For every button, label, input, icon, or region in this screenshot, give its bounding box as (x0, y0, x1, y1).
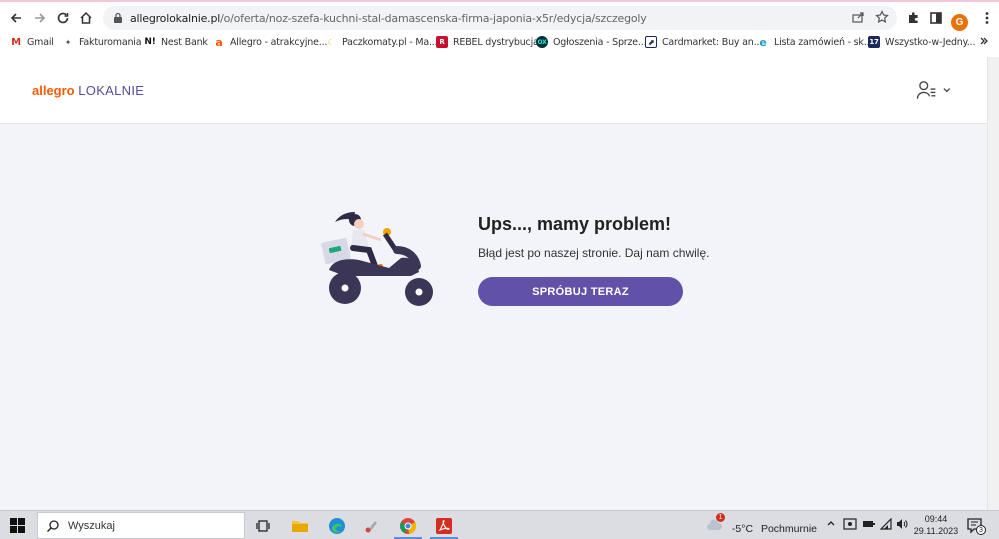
retry-button[interactable]: SPRÓBUJ TERAZ (478, 277, 683, 306)
user-menu-button[interactable] (916, 79, 952, 101)
pdf-reader-icon (436, 518, 452, 534)
bookmark-fakturomania[interactable]: ✦ Fakturomania (62, 36, 142, 48)
tray-app-icon (843, 518, 857, 530)
share-icon[interactable] (851, 10, 865, 27)
bookmark-wszystko-w-jednym[interactable]: 17 Wszystko-w-Jedny... (868, 36, 975, 48)
fakturomania-icon: ✦ (64, 37, 72, 47)
wszystko-icon: 17 (868, 36, 880, 48)
weather-temperature: -5°C (731, 523, 754, 535)
edge-browser-button[interactable] (326, 515, 348, 537)
bookmark-nest-bank[interactable]: N! Nest Bank (144, 36, 208, 48)
action-center-button[interactable]: 3 (966, 517, 986, 535)
url-text[interactable]: allegrolokalnie.pl/o/oferta/noz-szefa-ku… (130, 12, 647, 25)
chevron-double-right-icon (980, 37, 988, 45)
bookmark-lista-zamowien[interactable]: e Lista zamówień - sk... (757, 35, 872, 49)
meet-now-tray-button[interactable] (843, 518, 857, 533)
lista-zamowien-icon: e (759, 35, 767, 49)
paint-brush-icon (365, 521, 377, 533)
weather-cloud-icon: 1 (706, 513, 725, 535)
arrow-left-icon (10, 13, 21, 23)
allegro-icon: a (215, 35, 223, 49)
battery-icon (863, 521, 875, 527)
gmail-icon: M (11, 36, 21, 48)
windows-start-button[interactable] (10, 518, 25, 533)
error-title: Ups..., mamy problem! (478, 214, 672, 234)
lock-icon (112, 11, 124, 25)
user-list-icon (916, 81, 936, 99)
bookmark-allegro[interactable]: a Allegro - atrakcyjne... (213, 35, 327, 49)
bookmark-paczkomaty[interactable]: ☾ Paczkomaty.pl - Ma... (325, 36, 438, 48)
error-message: Błąd jest po naszej stronie. Daj nam chw… (478, 246, 710, 260)
network-tray-button[interactable] (879, 517, 892, 533)
speaker-icon (897, 519, 908, 529)
tab-strip-accent (0, 0, 999, 2)
edge-icon (329, 518, 345, 534)
bookmark-ogloszenia[interactable]: OX Ogłoszenia - Sprze... (536, 36, 647, 48)
clock-date: 29.11.2023 (913, 526, 959, 536)
forward-button[interactable] (28, 6, 52, 30)
reload-button[interactable] (51, 6, 75, 30)
weather-widget[interactable]: 1 -5°C Pochmurnie (706, 513, 817, 535)
bookmark-rebel[interactable]: R REBEL dystrybucja (436, 36, 539, 48)
bookmark-gmail[interactable]: M Gmail (10, 36, 54, 48)
task-view-icon (256, 520, 270, 532)
site-header: allegro LOKALNIE (0, 57, 987, 124)
acrobat-reader-button[interactable] (433, 515, 455, 537)
profile-avatar[interactable]: G (951, 14, 968, 31)
show-hidden-icons-button[interactable] (826, 518, 836, 531)
nest-bank-icon: N! (144, 37, 156, 47)
clock-time: 09:44 (924, 514, 948, 524)
reload-icon (57, 12, 69, 24)
windows-taskbar: Wyszukaj 1 -5°C Pochmurnie 09:44 29.11.2… (0, 510, 999, 539)
battery-tray-button[interactable] (862, 518, 876, 533)
bookmarks-bar: M Gmail ✦ Fakturomania N! Nest Bank a Al… (0, 33, 999, 53)
chevron-down-icon (943, 88, 951, 93)
weather-alert-badge: 1 (716, 513, 725, 522)
bookmark-star-icon[interactable] (875, 10, 889, 27)
home-icon (80, 11, 92, 24)
chevron-up-icon (827, 521, 835, 526)
search-icon (47, 519, 59, 532)
windows-logo-icon (10, 518, 25, 533)
side-panel-icon[interactable] (924, 6, 948, 30)
home-button[interactable] (74, 6, 98, 30)
scooter-delivery-illustration (315, 210, 440, 310)
error-page-main (0, 125, 987, 510)
volume-tray-button[interactable] (896, 518, 908, 533)
extensions-puzzle-icon[interactable] (901, 6, 925, 30)
task-view-button[interactable] (253, 515, 275, 537)
allegro-lokalnie-logo[interactable]: allegro LOKALNIE (32, 83, 144, 98)
taskbar-search-box[interactable]: Wyszukaj (37, 512, 245, 539)
bookmark-cardmarket[interactable]: ⬈ Cardmarket: Buy an... (645, 36, 762, 48)
cardmarket-icon: ⬈ (645, 36, 657, 48)
bookmarks-overflow-button[interactable] (979, 36, 989, 49)
taskbar-search-placeholder: Wyszukaj (68, 519, 115, 532)
page-scrollbar[interactable] (987, 57, 999, 510)
olx-icon: OX (536, 36, 548, 48)
back-button[interactable] (4, 6, 28, 30)
kebab-menu-icon[interactable] (975, 6, 999, 30)
taskbar-clock[interactable]: 09:44 29.11.2023 (912, 513, 960, 537)
paczkomaty-icon: ☾ (327, 37, 335, 47)
rebel-icon: R (436, 36, 448, 48)
url-host: allegrolokalnie.pl (130, 11, 221, 25)
chrome-browser-button[interactable] (397, 515, 419, 537)
paint-app-button[interactable] (361, 515, 383, 537)
address-bar[interactable]: allegrolokalnie.pl/o/oferta/noz-szefa-ku… (103, 6, 897, 30)
wifi-icon (879, 517, 892, 530)
browser-toolbar: allegrolokalnie.pl/o/oferta/noz-szefa-ku… (0, 5, 999, 31)
chrome-icon (400, 518, 417, 534)
weather-description: Pochmurnie (760, 523, 817, 535)
file-explorer-button[interactable] (289, 515, 311, 537)
arrow-right-icon (35, 13, 46, 23)
folder-icon (292, 521, 308, 532)
notification-count-badge: 3 (976, 525, 986, 535)
url-path: /o/oferta/noz-szefa-kuchni-stal-damascen… (220, 11, 647, 25)
